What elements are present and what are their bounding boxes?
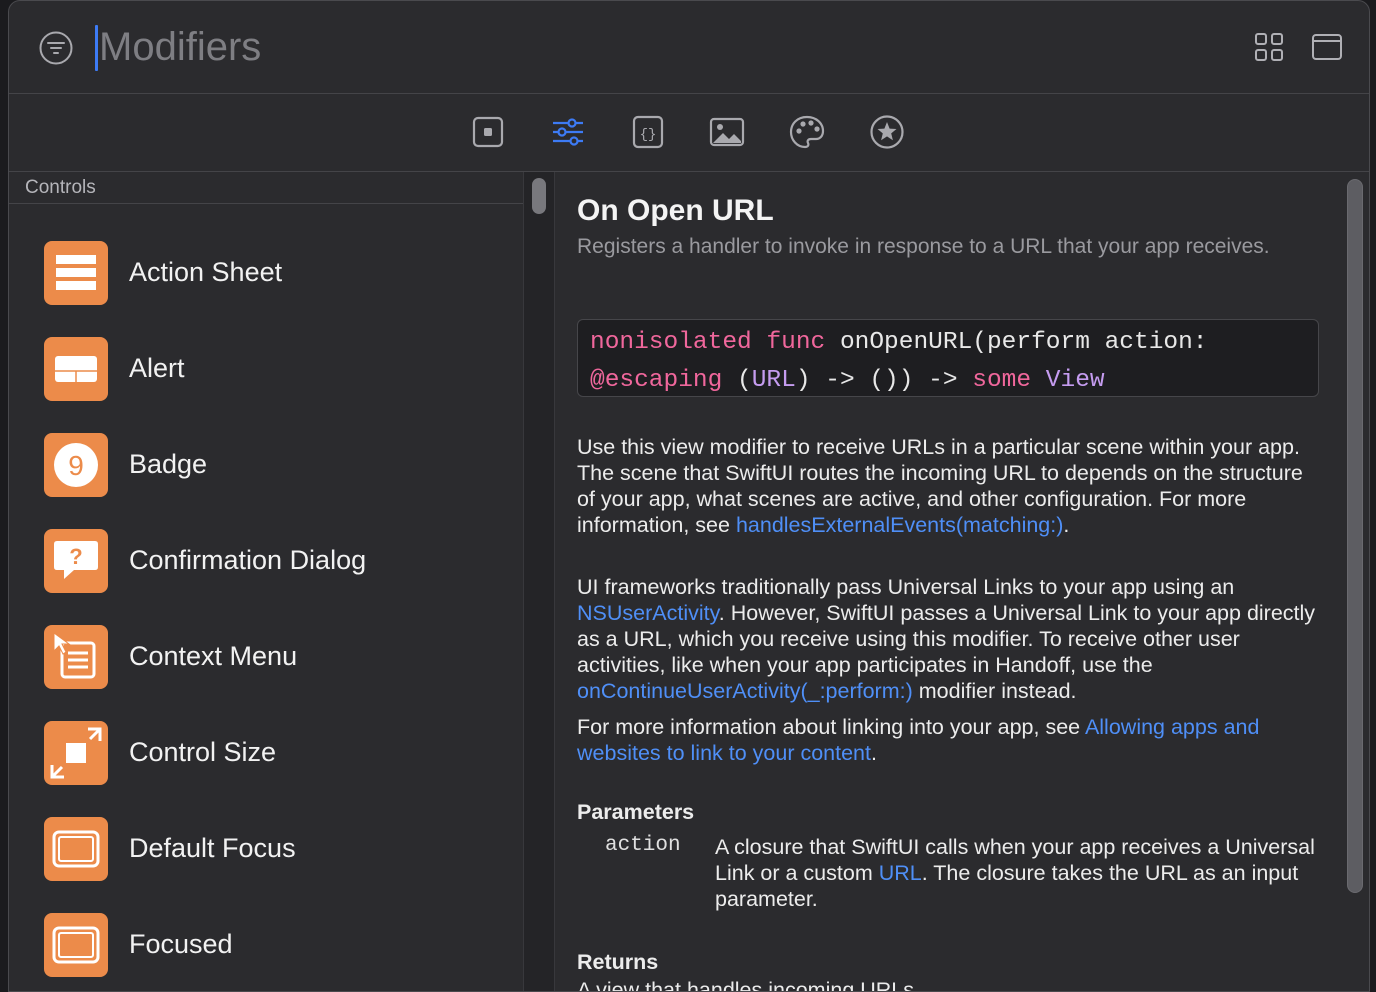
- paragraph-text: .: [871, 741, 877, 765]
- confirmation-dialog-icon: ?: [44, 529, 108, 593]
- code-keyword: nonisolated: [590, 329, 752, 356]
- list-item-context-menu[interactable]: Context Menu: [9, 625, 523, 721]
- doc-scrollbar[interactable]: [1347, 179, 1363, 893]
- context-menu-icon: [44, 625, 108, 689]
- link-url[interactable]: URL: [879, 861, 922, 885]
- doc-subtitle: Registers a handler to invoke in respons…: [577, 235, 1270, 258]
- parameters-heading: Parameters: [577, 800, 695, 824]
- text-cursor: [95, 25, 98, 71]
- paragraph-text: .: [1063, 513, 1070, 537]
- control-size-icon: [44, 721, 108, 785]
- list-item-label: Context Menu: [129, 641, 298, 671]
- color-palette-icon[interactable]: [789, 114, 825, 150]
- controls-list: Controls Action Sheet Alert 9 Badge ? Co…: [9, 172, 523, 991]
- panel-toggle-icon[interactable]: [1311, 31, 1343, 63]
- list-item-default-focus[interactable]: Default Focus: [9, 817, 523, 913]
- list-scroll-thumb[interactable]: [532, 178, 546, 214]
- code-keyword: some: [972, 367, 1032, 394]
- discussion-paragraph-3: For more information about linking into …: [577, 714, 1317, 766]
- discussion-paragraph-2: UI frameworks traditionally pass Univers…: [577, 574, 1317, 704]
- code-keyword: func: [766, 329, 826, 356]
- parameter-name: action: [605, 834, 681, 857]
- code-text: onOpenURL(perform action:: [839, 329, 1208, 356]
- list-scrollbar[interactable]: [523, 172, 555, 991]
- list-item-focused[interactable]: Focused: [9, 913, 523, 991]
- badge-icon: 9: [44, 433, 108, 497]
- alert-icon: [44, 337, 108, 401]
- code-text: (: [737, 367, 752, 394]
- views-icon[interactable]: [470, 114, 506, 150]
- code-attribute: @escaping: [590, 367, 723, 394]
- search-input[interactable]: [99, 21, 699, 73]
- section-header: Controls: [9, 172, 523, 204]
- list-item-label: Control Size: [129, 737, 277, 767]
- code-type: View: [1045, 367, 1105, 394]
- grid-view-icon[interactable]: [1253, 31, 1285, 63]
- focused-icon: [44, 913, 108, 977]
- svg-text:9: 9: [68, 450, 84, 481]
- discussion-paragraph-1: Use this view modifier to receive URLs i…: [577, 434, 1317, 538]
- svg-text:{}: {}: [640, 127, 657, 143]
- paragraph-text: For more information about linking into …: [577, 715, 1081, 739]
- list-item-label: Badge: [129, 449, 208, 479]
- library-window: {} Controls: [8, 0, 1370, 992]
- list-item-action-sheet[interactable]: Action Sheet: [9, 241, 523, 337]
- symbols-icon[interactable]: [869, 114, 905, 150]
- list-item-label: Action Sheet: [129, 257, 283, 287]
- link-nsuseractivity[interactable]: NSUserActivity: [577, 601, 719, 625]
- list-item-alert[interactable]: Alert: [9, 337, 523, 433]
- action-sheet-icon: [44, 241, 108, 305]
- list-item-badge[interactable]: 9 Badge: [9, 433, 523, 529]
- search-header: [9, 1, 1369, 94]
- returns-heading: Returns: [577, 950, 659, 974]
- library-tabs: {}: [9, 94, 1369, 172]
- paragraph-text: UI frameworks traditionally pass Univers…: [577, 575, 1235, 599]
- link-on-continue-user-activity[interactable]: onContinueUserActivity(_:perform:): [577, 679, 913, 703]
- parameter-description: A closure that SwiftUI calls when your a…: [715, 834, 1315, 912]
- list-item-control-size[interactable]: Control Size: [9, 721, 523, 817]
- image-icon[interactable]: [709, 114, 745, 150]
- list-item-label: Default Focus: [129, 833, 296, 863]
- svg-text:?: ?: [69, 544, 82, 569]
- default-focus-icon: [44, 817, 108, 881]
- code-text: ) -> ()) ->: [795, 367, 958, 394]
- list-item-label: Confirmation Dialog: [129, 545, 367, 575]
- code-type: URL: [751, 367, 796, 394]
- link-handles-external-events[interactable]: handlesExternalEvents(matching:): [736, 513, 1063, 537]
- list-item-label: Alert: [129, 353, 185, 383]
- declaration-code: nonisolated func onOpenURL(perform actio…: [577, 319, 1319, 397]
- returns-text: A view that handles incoming URLs.: [577, 978, 920, 992]
- list-item-label: Focused: [129, 929, 233, 959]
- paragraph-text: modifier instead.: [918, 679, 1077, 703]
- list-item-confirmation-dialog[interactable]: ? Confirmation Dialog: [9, 529, 523, 625]
- doc-title: On Open URL: [577, 194, 774, 227]
- modifiers-icon[interactable]: [550, 114, 586, 150]
- code-snippets-icon[interactable]: {}: [630, 114, 666, 150]
- filter-icon[interactable]: [39, 31, 73, 65]
- documentation-pane: On Open URL Registers a handler to invok…: [554, 172, 1344, 992]
